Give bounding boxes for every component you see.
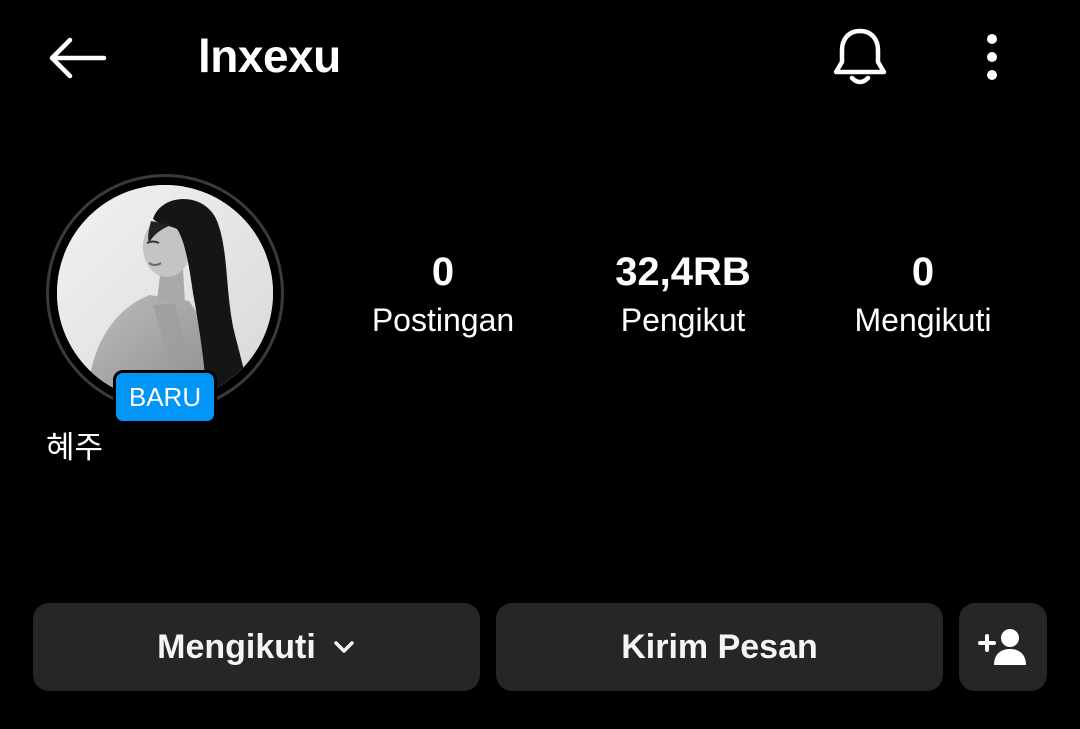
add-friend-button[interactable] <box>959 603 1047 691</box>
profile-username: lnxexu <box>198 30 341 82</box>
stat-following-value: 0 <box>911 250 935 294</box>
stat-followers-value: 32,4RB <box>615 250 751 294</box>
stat-followers-label: Pengikut <box>620 302 746 338</box>
send-message-label: Kirim Pesan <box>621 627 818 666</box>
stat-following-label: Mengikuti <box>854 302 992 338</box>
display-name: 혜주 <box>46 430 104 466</box>
stat-posts[interactable]: 0 Postingan <box>333 246 553 342</box>
back-button[interactable] <box>40 28 112 88</box>
notifications-button[interactable] <box>826 22 894 92</box>
avatar[interactable] <box>57 185 273 401</box>
following-button-label: Mengikuti <box>157 627 316 666</box>
profile-photo <box>57 185 273 401</box>
new-badge: BARU <box>113 370 217 424</box>
more-options-button[interactable] <box>966 26 1018 88</box>
stat-following[interactable]: 0 Mengikuti <box>813 246 1033 342</box>
stat-posts-value: 0 <box>431 250 455 294</box>
person-add-icon <box>978 629 1026 665</box>
more-vertical-icon <box>987 34 997 80</box>
chevron-down-icon <box>332 639 356 655</box>
arrow-left-icon <box>49 37 107 79</box>
following-dropdown-button[interactable]: Mengikuti <box>33 603 480 691</box>
bell-icon <box>833 28 887 85</box>
stat-followers[interactable]: 32,4RB Pengikut <box>573 246 793 342</box>
stat-posts-label: Postingan <box>371 302 515 338</box>
send-message-button[interactable]: Kirim Pesan <box>496 603 943 691</box>
